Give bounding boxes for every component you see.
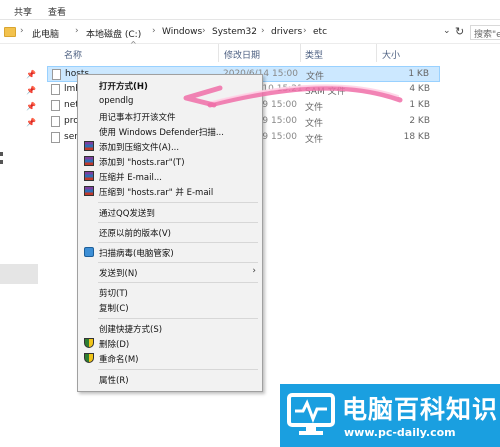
nav-marker bbox=[0, 152, 3, 156]
menu-separator bbox=[98, 318, 258, 319]
menu-item-label: 添加到 "hosts.rar"(T) bbox=[99, 158, 185, 168]
menu-item-label: 添加到压缩文件(A)... bbox=[99, 143, 180, 153]
pin-icon[interactable]: 📌 bbox=[26, 86, 36, 95]
menu-item-create-shortcut[interactable]: 创建快捷方式(S) bbox=[78, 321, 262, 336]
file-name: ser bbox=[64, 132, 78, 142]
sort-up-icon: ^ bbox=[130, 40, 137, 49]
menu-item-label: 属性(R) bbox=[99, 376, 129, 386]
menu-item-label: 扫描病毒(电脑管家) bbox=[99, 249, 174, 259]
file-icon bbox=[52, 69, 61, 80]
menu-separator bbox=[98, 222, 258, 223]
winrar-icon bbox=[84, 186, 94, 196]
breadcrumb-this-pc[interactable]: 此电脑 bbox=[32, 27, 59, 40]
breadcrumb-etc[interactable]: etc bbox=[313, 27, 327, 37]
tab-view[interactable]: 查看 bbox=[48, 5, 66, 18]
address-bar[interactable]: › 此电脑 › 本地磁盘 (C:) › Windows › System32 ›… bbox=[0, 22, 500, 44]
column-header-name[interactable]: 名称 bbox=[64, 48, 82, 61]
winrar-icon bbox=[84, 156, 94, 166]
pin-icon[interactable]: 📌 bbox=[26, 102, 36, 111]
menu-item-label: 发送到(N) bbox=[99, 269, 138, 279]
annotation-arrow bbox=[183, 84, 403, 108]
menu-item-label: 删除(D) bbox=[99, 340, 130, 350]
menu-item-label: 剪切(T) bbox=[99, 289, 128, 299]
uac-shield-icon bbox=[84, 338, 94, 348]
menu-separator bbox=[98, 282, 258, 283]
file-icon bbox=[51, 116, 60, 127]
file-icon bbox=[51, 84, 60, 95]
menu-separator bbox=[98, 242, 258, 243]
nav-marker bbox=[0, 160, 3, 164]
menu-item-copy[interactable]: 复制(C) bbox=[78, 300, 262, 315]
file-icon bbox=[51, 132, 60, 143]
chevron-right-icon: › bbox=[252, 266, 256, 276]
chevron-right-icon[interactable]: › bbox=[152, 26, 156, 36]
chevron-right-icon[interactable]: › bbox=[75, 26, 79, 36]
monitor-logo-icon bbox=[287, 393, 335, 435]
chevron-right-icon[interactable]: › bbox=[303, 26, 307, 36]
uac-shield-icon bbox=[84, 353, 94, 363]
menu-item-compress-hosts-email[interactable]: 压缩到 "hosts.rar" 并 E-mail bbox=[78, 184, 262, 199]
menu-item-label: 重命名(M) bbox=[99, 355, 139, 365]
menu-item-label: 打开方式(H) bbox=[99, 82, 148, 92]
breadcrumb-local-disk[interactable]: 本地磁盘 (C:) bbox=[86, 27, 141, 40]
menu-separator bbox=[98, 369, 258, 370]
watermark: 电脑百科知识 www.pc-daily.com bbox=[280, 384, 500, 447]
breadcrumb-windows[interactable]: Windows bbox=[162, 27, 202, 37]
file-size: 4 KB bbox=[409, 84, 430, 94]
nav-item-selected[interactable] bbox=[0, 264, 38, 284]
winrar-icon bbox=[84, 141, 94, 151]
search-input[interactable]: 搜索"e bbox=[470, 25, 500, 40]
chevron-right-icon[interactable]: › bbox=[20, 26, 24, 36]
menu-item-compress-email[interactable]: 压缩并 E-mail... bbox=[78, 169, 262, 184]
menu-item-label: 压缩并 E-mail... bbox=[99, 173, 162, 183]
menu-separator bbox=[98, 202, 258, 203]
watermark-url: www.pc-daily.com bbox=[344, 426, 456, 439]
ribbon-tabs: 共享 查看 bbox=[0, 0, 500, 20]
menu-separator bbox=[98, 262, 258, 263]
file-size: 2 KB bbox=[409, 116, 430, 126]
watermark-title: 电脑百科知识 bbox=[342, 395, 499, 424]
menu-item-label: opendlg bbox=[99, 96, 134, 106]
menu-item-properties[interactable]: 属性(R) bbox=[78, 372, 262, 387]
menu-item-send-qq[interactable]: 通过QQ发送到 bbox=[78, 205, 262, 220]
pin-icon[interactable]: 📌 bbox=[26, 70, 36, 79]
menu-item-add-archive[interactable]: 添加到压缩文件(A)... bbox=[78, 139, 262, 154]
navigation-pane: 📌 📌 📌 📌 bbox=[0, 46, 38, 447]
menu-item-delete[interactable]: 删除(D) bbox=[78, 336, 262, 351]
file-size: 1 KB bbox=[409, 100, 430, 110]
menu-item-virus-scan[interactable]: 扫描病毒(电脑管家) bbox=[78, 245, 262, 260]
menu-item-add-hosts-rar[interactable]: 添加到 "hosts.rar"(T) bbox=[78, 154, 262, 169]
menu-item-label: 还原以前的版本(V) bbox=[99, 229, 171, 239]
menu-item-cut[interactable]: 剪切(T) bbox=[78, 285, 262, 300]
menu-item-rename[interactable]: 重命名(M) bbox=[78, 351, 262, 366]
winrar-icon bbox=[84, 171, 94, 181]
menu-item-restore-versions[interactable]: 还原以前的版本(V) bbox=[78, 225, 262, 240]
chevron-right-icon[interactable]: › bbox=[202, 26, 206, 36]
shield-icon bbox=[84, 247, 94, 257]
menu-item-label: 压缩到 "hosts.rar" 并 E-mail bbox=[99, 188, 214, 198]
file-icon bbox=[51, 100, 60, 111]
tab-share[interactable]: 共享 bbox=[14, 5, 32, 18]
chevron-right-icon[interactable]: › bbox=[261, 26, 265, 36]
menu-item-label: 创建快捷方式(S) bbox=[99, 325, 163, 335]
menu-item-label: 复制(C) bbox=[99, 304, 129, 314]
breadcrumb-system32[interactable]: System32 bbox=[212, 27, 257, 37]
pin-icon[interactable]: 📌 bbox=[26, 118, 36, 127]
breadcrumb-drivers[interactable]: drivers bbox=[271, 27, 302, 37]
folder-icon bbox=[4, 27, 16, 37]
chevron-down-icon[interactable]: ⌄ bbox=[443, 26, 451, 36]
refresh-icon[interactable]: ↻ bbox=[455, 25, 464, 38]
menu-item-label: 通过QQ发送到 bbox=[99, 209, 155, 219]
menu-item-send-to[interactable]: 发送到(N) › bbox=[78, 265, 262, 280]
file-size: 1 KB bbox=[408, 69, 429, 79]
